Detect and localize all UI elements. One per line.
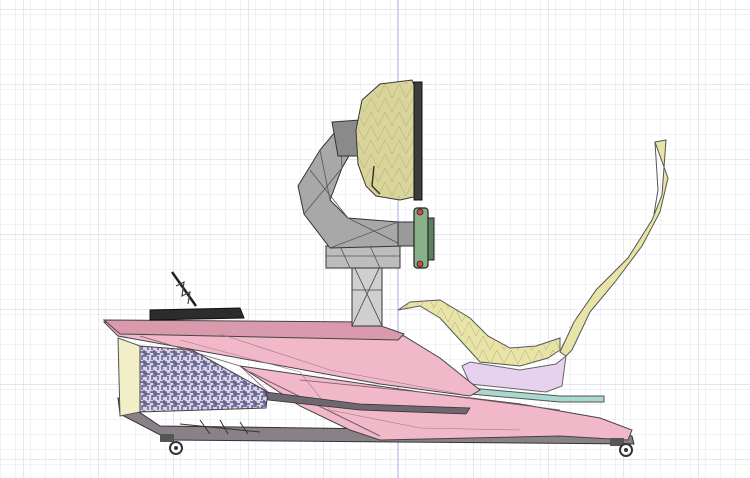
cad-viewport[interactable] <box>0 0 750 478</box>
front-panel <box>117 337 141 417</box>
monitor[interactable] <box>355 79 423 201</box>
wheel-button-icon <box>416 208 424 216</box>
wheel-button-icon <box>416 260 424 268</box>
drawing-canvas <box>0 0 750 478</box>
monitor-screen-edge <box>413 81 423 201</box>
